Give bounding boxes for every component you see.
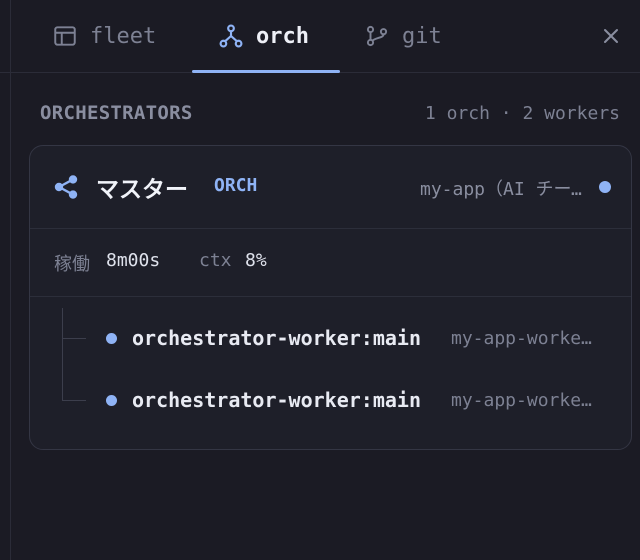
tab-git-label: git [402,23,442,49]
left-pane-edge[interactable] [0,0,11,560]
close-button[interactable] [596,21,626,51]
status-dot [599,181,611,193]
worker-project: my-app-worker-1 [451,327,596,349]
tab-fleet-label: fleet [90,23,157,49]
orchestrator-badge: ORCH [214,175,258,196]
tab-git[interactable]: git [364,0,442,72]
ctx-value: 8% [245,250,267,271]
worker-row[interactable]: orchestrator-worker:main my-app-worker-2 [106,385,616,415]
section-title: ORCHESTRATORS [40,102,193,124]
worker-name: orchestrator-worker:main [132,326,421,350]
uptime-value: 8m00s [106,250,161,271]
worker-tree-branch [62,338,86,339]
orchestrator-header[interactable]: マスター ORCH my-app（AI チーム） [30,146,631,229]
close-icon [604,29,618,43]
tab-orch-label: orch [256,23,309,49]
hierarchy-icon [218,23,244,49]
worker-tree-line [62,308,63,401]
worker-status-dot [106,394,117,406]
orchestrator-card[interactable]: マスター ORCH my-app（AI チーム） 稼働 8m00s ctx 8%… [29,145,632,450]
worker-name: orchestrator-worker:main [132,388,421,412]
tab-fleet[interactable]: fleet [52,0,156,72]
section-summary: 1 orch · 2 workers [424,103,620,124]
worker-tree-branch [62,400,86,401]
worker-project: my-app-worker-2 [451,389,596,411]
tab-orch[interactable]: orch [218,0,309,72]
ctx-label: ctx [199,250,232,271]
share-icon [52,173,80,201]
tab-bar: fleet orch git [10,0,640,73]
git-branch-icon [364,23,390,49]
layout-icon [52,23,78,49]
orchestrator-project: my-app（AI チーム） [420,179,585,200]
orchestrator-name: マスター [96,177,188,203]
active-tab-indicator [192,70,340,73]
orchestrator-stats: 稼働 8m00s ctx 8% [30,228,631,297]
uptime-label: 稼働 [54,254,90,275]
worker-row[interactable]: orchestrator-worker:main my-app-worker-1 [106,323,616,353]
orchestrator-panel: fleet orch git ORCHESTRATORS 1 orch · 2 … [0,0,640,560]
worker-status-dot [106,332,117,344]
left-pane-header [0,0,10,73]
